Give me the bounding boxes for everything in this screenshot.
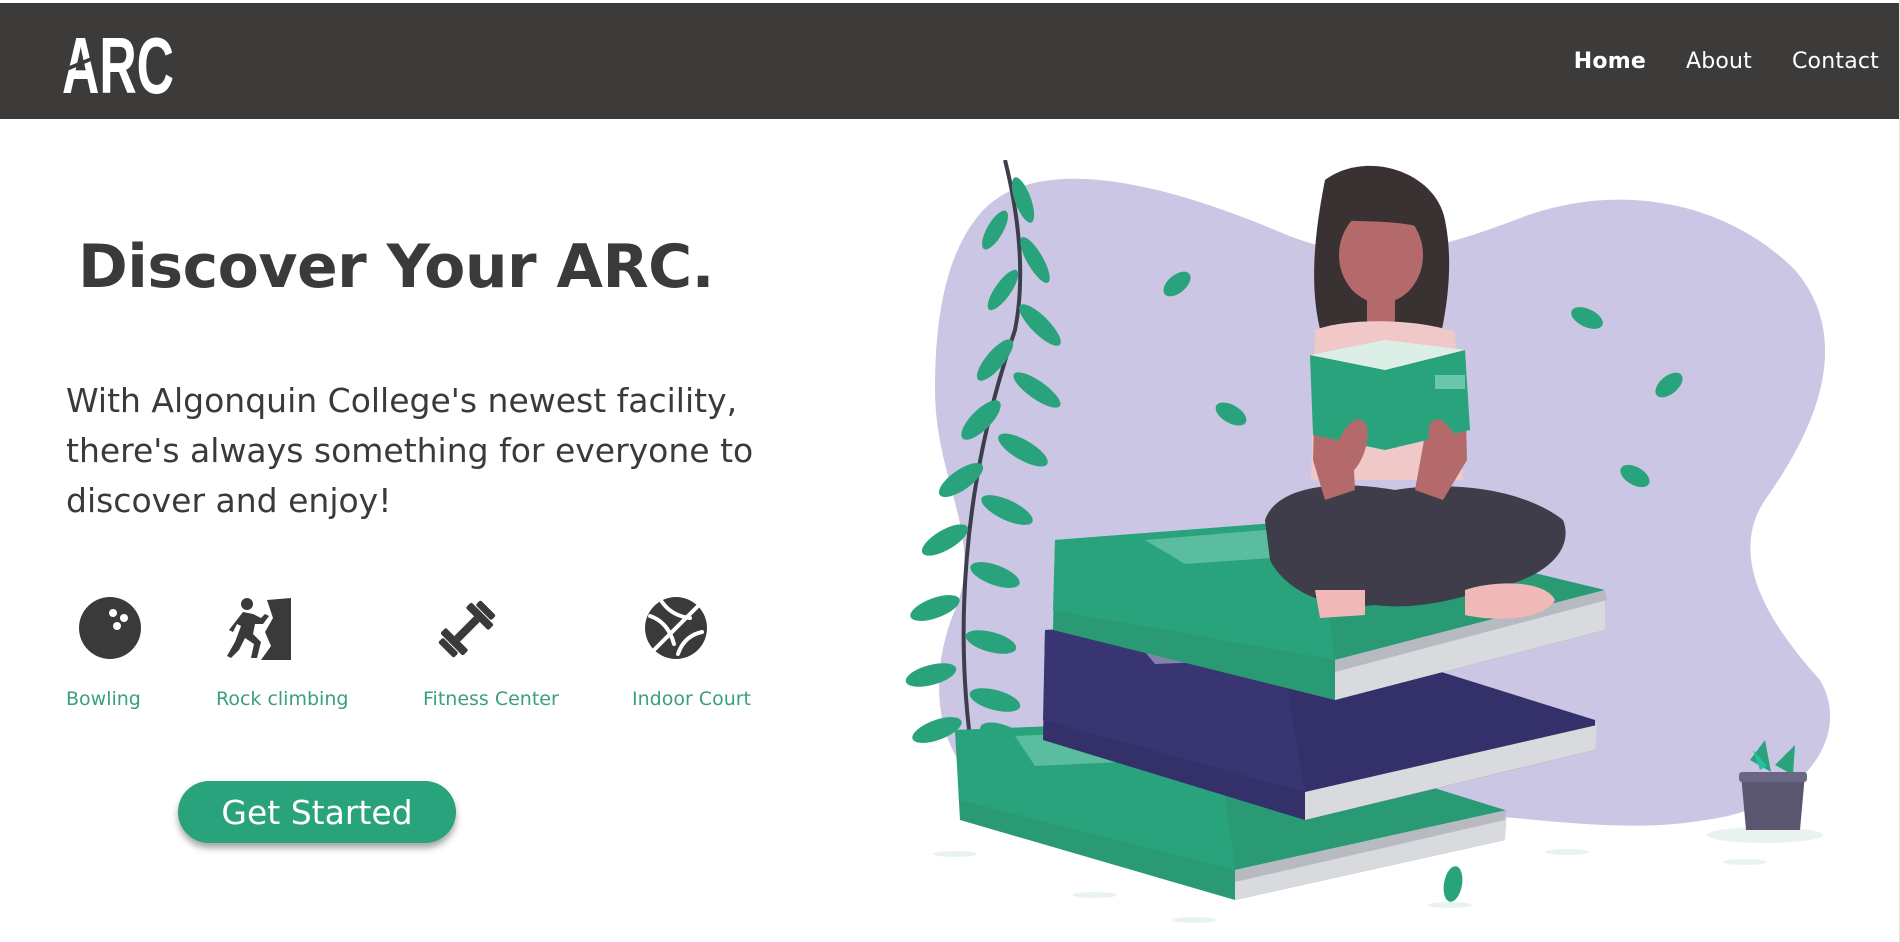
get-started-button[interactable]: Get Started (178, 781, 456, 843)
rock-climbing-icon (227, 598, 291, 660)
dumbbell-icon (438, 600, 496, 658)
reading-woman-illustration (905, 160, 1831, 923)
hero-title: Discover Your ARC. (78, 232, 714, 302)
nav-about-link[interactable]: About (1686, 49, 1752, 74)
basketball-icon (645, 597, 707, 659)
main-nav: Home About Contact (1574, 3, 1879, 119)
arc-logo[interactable]: ARC (62, 25, 174, 97)
feature-label: Rock climbing (216, 688, 349, 710)
logo-text: ARC (62, 25, 174, 97)
feature-label: Indoor Court (632, 688, 752, 710)
site-header: ARC Home About Contact (0, 3, 1899, 119)
nav-contact-link[interactable]: Contact (1792, 49, 1879, 74)
page: ARC Home About Contact Discover Your ARC… (0, 0, 1900, 942)
bowling-ball-icon (79, 597, 141, 659)
nav-home-link[interactable]: Home (1574, 49, 1646, 74)
feature-label: Bowling (66, 688, 141, 710)
hero-description: With Algonquin College's newest facility… (66, 381, 754, 520)
feature-label: Fitness Center (423, 688, 559, 710)
